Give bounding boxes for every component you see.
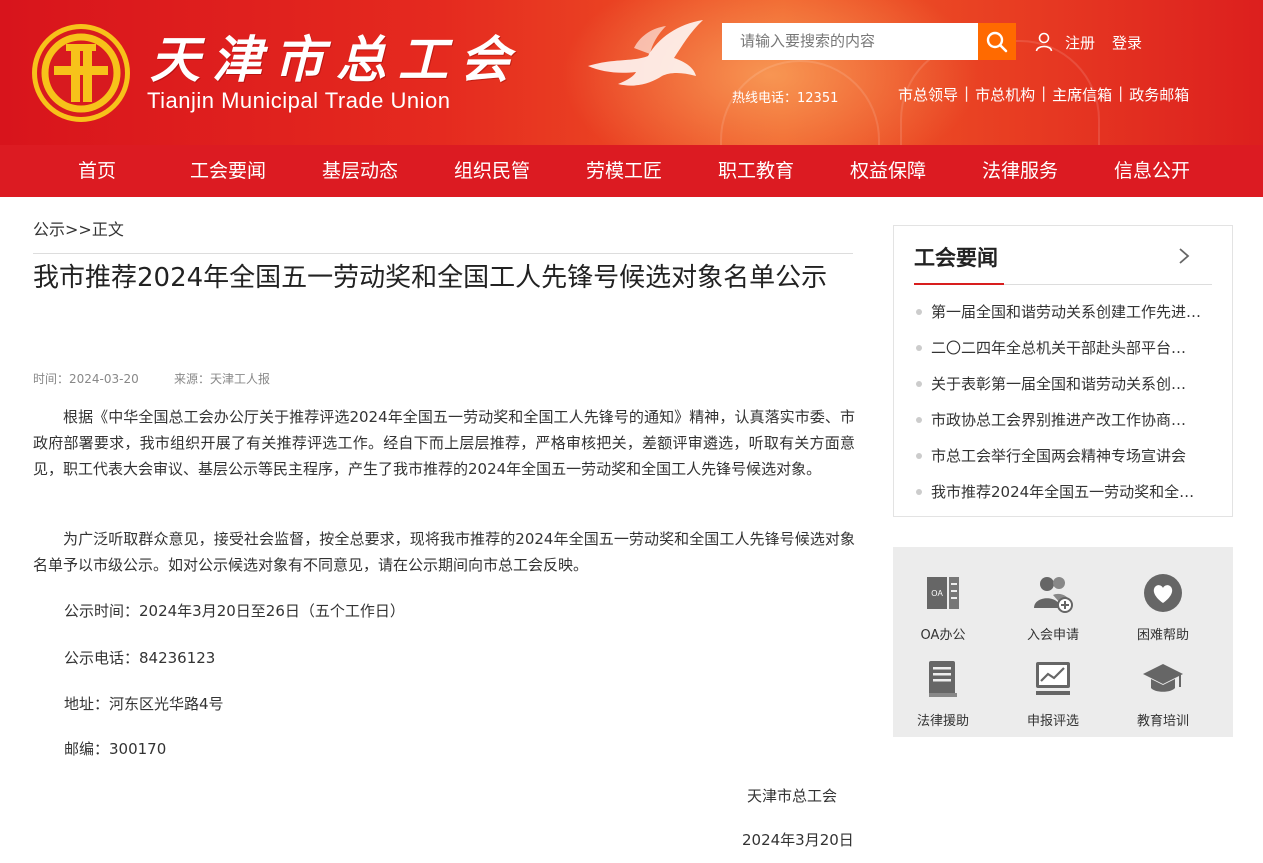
nav-item-legal[interactable]: 法律服务 [982,145,1058,197]
article-date: 2024年3月20日 [742,831,854,849]
site-logo-english: Tianjin Municipal Trade Union [147,88,451,113]
nav-item-home[interactable]: 首页 [78,145,116,197]
nav-item-grassroots[interactable]: 基层动态 [322,145,398,197]
service-label: 教育培训 [1136,714,1189,729]
service-join[interactable]: 入会申请 [1003,571,1103,651]
news-item[interactable]: 二〇二四年全总机关干部赴头部平台… [914,335,1214,371]
news-item-title[interactable]: 市总工会举行全国两会精神专场宣讲会 [931,447,1186,465]
service-label: 困难帮助 [1136,628,1189,643]
breadcrumb-separator: >> [65,220,92,239]
service-oa[interactable]: OA OA办公 [893,571,993,651]
service-hardship-help[interactable]: 困难帮助 [1113,571,1213,651]
link-separator: | [1041,84,1047,102]
heart-help-icon [1144,574,1182,612]
main-nav: 首页 工会要闻 基层动态 组织民管 劳模工匠 职工教育 权益保障 法律服务 信息… [0,145,1263,197]
notice-time: 公示时间：2024年3月20日至26日（五个工作日） [64,602,405,620]
article-paragraph: 为广泛听取群众意见，接受社会监督，按全总要求，现将我市推荐的2024年全国五一劳… [33,530,855,574]
nav-item-model-workers[interactable]: 劳模工匠 [586,145,662,197]
news-panel-divider [914,283,1212,285]
news-item[interactable]: 关于表彰第一届全国和谐劳动关系创… [914,371,1214,407]
service-label: 入会申请 [1026,628,1079,643]
news-item-title[interactable]: 市政协总工会界别推进产改工作协商… [931,411,1186,429]
nav-item-education[interactable]: 职工教育 [718,145,794,197]
service-grid: OA OA办公 入会申请 困难帮助 法律援助 申报评选 教育培训 [893,547,1233,737]
article-paragraph: 根据《中华全国总工会办公厅关于推荐评选2024年全国五一劳动奖和全国工人先锋号的… [33,408,855,478]
dove-icon [588,20,703,86]
oa-icon: OA [927,577,959,609]
link-separator: | [1118,84,1124,102]
nav-item-disclosure[interactable]: 信息公开 [1114,145,1190,197]
news-item-title[interactable]: 二〇二四年全总机关干部赴头部平台… [931,339,1186,357]
login-link[interactable]: 登录 [1112,32,1142,53]
news-item-title[interactable]: 关于表彰第一届全国和谐劳动关系创… [931,375,1186,393]
breadcrumb: 公示>>正文 [33,216,124,240]
news-panel-title: 工会要闻 [914,246,998,270]
site-header: 天津市总工会 Tianjin Municipal Trade Union 注册 … [0,0,1263,145]
service-evaluation[interactable]: 申报评选 [1003,657,1103,737]
quick-link-chairman-mailbox[interactable]: 主席信箱 [1052,84,1112,105]
quick-link-gov-mail[interactable]: 政务邮箱 [1129,84,1189,105]
breadcrumb-home[interactable]: 公示 [33,220,65,239]
news-item-title[interactable]: 第一届全国和谐劳动关系创建工作先进… [931,303,1201,321]
link-separator: | [964,84,970,102]
union-news-panel: 工会要闻 第一届全国和谐劳动关系创建工作先进… 二〇二四年全总机关干部赴头部平台… [893,225,1233,517]
divider [33,253,853,254]
quick-links: 市总领导 | 市总机构 | 主席信箱 | 政务邮箱 [898,84,1189,105]
notice-address: 地址：河东区光华路4号 [64,695,224,713]
law-book-icon [929,661,957,697]
service-label: 法律援助 [916,714,969,729]
news-item[interactable]: 我市推荐2024年全国五一劳动奖和全… [914,479,1214,515]
notice-phone: 公示电话：84236123 [64,649,216,667]
trade-union-emblem-icon[interactable] [30,22,132,124]
user-icon [1035,32,1053,52]
notice-postcode: 邮编：300170 [64,740,167,758]
article-title: 我市推荐2024年全国五一劳动奖和全国工人先锋号候选对象名单公示 [33,263,828,293]
site-logo-chinese[interactable]: 天津市总工会 [150,20,522,92]
nav-item-organization[interactable]: 组织民管 [454,145,530,197]
register-link[interactable]: 注册 [1065,32,1095,53]
quick-link-leaders[interactable]: 市总领导 [898,84,958,105]
chevron-right-icon[interactable] [1174,246,1194,266]
article-signature: 天津市总工会 [747,787,838,805]
quick-link-organization[interactable]: 市总机构 [975,84,1035,105]
service-education[interactable]: 教育培训 [1113,657,1213,737]
search-button[interactable] [978,23,1016,60]
service-label: 申报评选 [1026,714,1079,729]
graduation-cap-icon [1143,664,1183,692]
service-legal-aid[interactable]: 法律援助 [893,657,993,737]
breadcrumb-current: 正文 [91,220,124,239]
news-list: 第一届全国和谐劳动关系创建工作先进… 二〇二四年全总机关干部赴头部平台… 关于表… [914,299,1214,515]
search-icon [986,31,1008,52]
chart-monitor-icon [1036,662,1070,695]
service-label: OA办公 [920,628,966,643]
news-item[interactable]: 市总工会举行全国两会精神专场宣讲会 [914,443,1214,479]
join-union-icon [1034,577,1073,613]
search-input[interactable] [722,23,978,60]
article-time: 时间：2024-03-20 [33,372,139,386]
nav-item-rights[interactable]: 权益保障 [850,145,926,197]
article-source: 来源：天津工人报 [174,372,271,386]
news-item[interactable]: 第一届全国和谐劳动关系创建工作先进… [914,299,1214,335]
svg-text:OA: OA [931,589,943,598]
news-item[interactable]: 市政协总工会界别推进产改工作协商… [914,407,1214,443]
news-item-title[interactable]: 我市推荐2024年全国五一劳动奖和全… [931,483,1194,501]
nav-item-union-news[interactable]: 工会要闻 [190,145,266,197]
hotline-text: 热线电话：12351 [732,91,839,106]
